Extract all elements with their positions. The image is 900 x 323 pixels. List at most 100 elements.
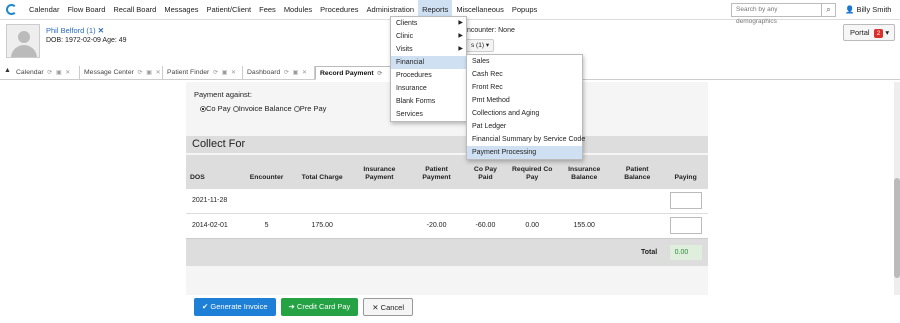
radio-label: Pre Pay [299,104,327,113]
menu-recall-board[interactable]: Recall Board [109,0,160,20]
menu-fees[interactable]: Fees [255,0,280,20]
table-header-row: DOS Encounter Total Charge Insurance Pay… [186,155,708,188]
fin-item-pat-ledger[interactable]: Pat Ledger [467,120,582,133]
patient-dob: DOB: 1972-02-09 Age: 49 [46,37,127,44]
menu-messages[interactable]: Messages [160,0,202,20]
fin-item-collections-aging[interactable]: Collections and Aging [467,107,582,120]
cell-insurance-payment [349,187,410,213]
menu-item-label: Financial [396,59,425,66]
tab-record-payment[interactable]: Record Payment ⟳ [315,66,392,80]
paying-input[interactable] [669,217,702,234]
cell-total: 0.00 [663,237,708,266]
close-icon: ✕ [372,303,379,312]
payment-against-label: Payment against: [194,90,252,99]
arrow-right-icon: ➔ [288,302,295,311]
menu-flow-board[interactable]: Flow Board [63,0,109,20]
lock-icon[interactable]: ▣ [291,70,299,76]
scrollbar[interactable] [894,82,900,295]
patient-name-link[interactable]: Phil Belford (1) [46,26,96,35]
menu-item-label: Insurance [396,85,427,92]
button-label: Cancel [380,303,405,312]
reports-item-blank-forms[interactable]: Blank Forms [391,95,466,108]
search-button[interactable]: ⌕ [821,3,836,17]
tab-calendar[interactable]: Calendar ⟳ ▣ ✕ [12,66,80,80]
fin-item-sales[interactable]: Sales [467,55,582,68]
caret-down-icon: ▾ [885,28,890,37]
menu-item-label: Services [396,111,423,118]
section-title: Collect For [186,136,708,153]
reports-item-clinic[interactable]: Clinic ▶ [391,30,466,43]
tab-patient-finder[interactable]: Patient Finder ⟳ ▣ ✕ [163,66,243,80]
cell-patient-balance [611,187,664,213]
cancel-button[interactable]: ✕ Cancel [363,298,414,316]
paying-input[interactable] [669,192,702,209]
portal-label: Portal [850,28,870,37]
tab-dashboard[interactable]: Dashboard ⟳ ▣ ✕ [243,66,315,80]
col-header: DOS [186,155,238,188]
generate-invoice-button[interactable]: ✔ Generate Invoice [194,298,276,316]
menu-popups[interactable]: Popups [508,0,541,20]
menu-procedures[interactable]: Procedures [316,0,362,20]
tab-label: Dashboard [247,69,281,76]
close-patient-icon[interactable]: ✕ [98,26,104,35]
cell-dos: 2021-11-28 [186,187,238,213]
refresh-icon[interactable]: ⟳ [136,70,143,76]
reports-item-insurance[interactable]: Insurance [391,82,466,95]
collapse-icon[interactable]: ▲ [4,67,11,74]
lock-icon[interactable]: ▣ [145,70,152,76]
cell-required-copay: 0.00 [507,212,558,238]
cell-patient-payment: -20.00 [409,212,464,238]
patient-name[interactable]: Phil Belford (1) ✕ [46,26,104,35]
reports-item-visits[interactable]: Visits ▶ [391,43,466,56]
reports-item-financial[interactable]: Financial [391,56,466,69]
search-input[interactable]: Search by any demographics [731,3,821,25]
cell-encounter [237,187,296,213]
reports-dropdown: Clients ▶ Clinic ▶ Visits ▶ Financial Proce… [390,16,467,122]
portal-button[interactable]: Portal 2 ▾ [843,24,895,41]
patient-avatar [6,24,40,58]
close-icon[interactable]: ✕ [229,70,236,76]
lock-icon[interactable]: ▣ [54,70,62,76]
lock-icon[interactable]: ▣ [220,70,228,76]
tab-message-center[interactable]: Message Center ⟳ ▣ ✕ [80,66,163,80]
table-row: 2014-02-01 5 175.00 -20.00 -60.00 0.00 1… [186,212,708,238]
reports-item-procedures[interactable]: Procedures [391,69,466,82]
close-icon[interactable]: ✕ [300,70,307,76]
fin-item-payment-processing[interactable]: Payment Processing [467,146,582,159]
app-logo-icon[interactable] [6,4,17,15]
close-icon[interactable]: ✕ [154,70,161,76]
close-icon[interactable]: ✕ [64,70,70,76]
credit-card-pay-button[interactable]: ➔ Credit Card Pay [280,298,359,316]
visits-dropdown[interactable]: s (1) ▾ [467,39,495,52]
col-header: Patient Payment [409,155,464,188]
payment-table: DOS Encounter Total Charge Insurance Pay… [186,155,708,266]
cell-paying [663,187,708,213]
col-header: Total Charge [295,155,350,188]
menu-modules[interactable]: Modules [280,0,316,20]
menu-item-label: Visits [396,46,413,53]
cell-insurance-balance: 155.00 [557,212,612,238]
table-row: 2021-11-28 [186,187,708,213]
menu-item-label: Blank Forms [396,98,436,105]
refresh-icon[interactable]: ⟳ [211,70,218,76]
menu-patient-client[interactable]: Patient/Client [203,0,256,20]
check-icon: ✔ [202,302,209,311]
reports-item-clients[interactable]: Clients ▶ [391,17,466,30]
refresh-icon[interactable]: ⟳ [46,70,52,76]
tab-label: Record Payment [320,70,374,77]
submenu-arrow-icon: ▶ [458,20,463,26]
user-menu[interactable]: 👤 Billy Smith [845,5,891,14]
button-label: Generate Invoice [210,302,268,311]
fin-item-front-rec[interactable]: Front Rec [467,81,582,94]
fin-item-cash-rec[interactable]: Cash Rec [467,68,582,81]
financial-submenu: Sales Cash Rec Front Rec Pmt Method Coll… [466,54,585,160]
radio-label: Invoice Balance [238,104,292,113]
refresh-icon[interactable]: ⟳ [376,71,382,77]
payment-type-group: Co Pay Invoice Balance Pre Pay [200,104,326,113]
fin-item-pmt-method[interactable]: Pmt Method [467,94,582,107]
menu-calendar[interactable]: Calendar [25,0,63,20]
cell-dos: 2014-02-01 [186,212,238,238]
reports-item-services[interactable]: Services [391,108,466,121]
refresh-icon[interactable]: ⟳ [282,70,289,76]
fin-item-financial-summary[interactable]: Financial Summary by Service Code [467,133,585,146]
